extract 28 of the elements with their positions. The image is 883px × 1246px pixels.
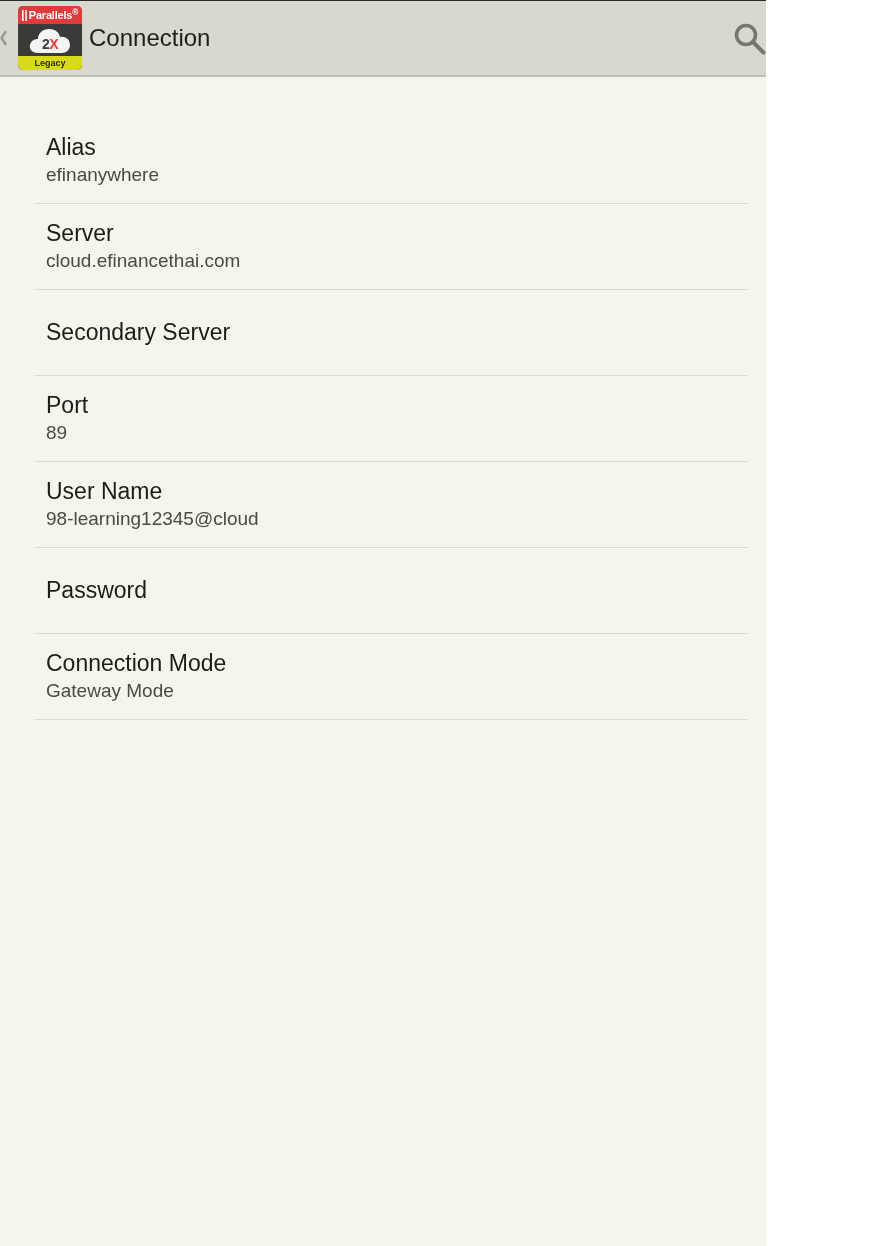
preference-value: efinanywhere [46,163,160,187]
preference-value: 98-learning12345@cloud [46,507,259,531]
preference-title: Server [46,220,114,247]
preference-value: 89 [46,421,68,445]
preference-title: Port [46,392,89,419]
preference-value: cloud.efinancethai.com [46,249,241,273]
preference-title: User Name [46,478,163,505]
preference-title: Alias [46,134,96,161]
preference-value: Gateway Mode [46,679,174,703]
preference-row[interactable]: Alias efinanywhere [35,118,748,204]
preference-row[interactable]: Server cloud.efinancethai.com [35,204,748,290]
logo-mark-text: 2X [41,36,59,51]
logo-brand-text: Parallels$^{®}$ [28,9,79,21]
preference-title: Connection Mode [46,650,227,677]
preference-row[interactable]: Connection Mode Gateway Mode [35,634,748,720]
double-bar-icon [21,9,27,21]
search-icon [732,21,766,55]
preference-row[interactable]: Port 89 [35,376,748,462]
preference-title: Password [46,577,147,604]
preference-row[interactable]: User Name 98-learning12345@cloud [35,462,748,548]
cloud-icon [29,26,71,54]
preference-title: Secondary Server [46,319,231,346]
preference-row[interactable]: Secondary Server [35,290,748,376]
screen-title: Connection [89,24,211,52]
search-button[interactable] [732,21,766,55]
preference-row[interactable]: Password [35,548,748,634]
chevron-left-icon[interactable] [0,30,7,46]
logo-edition-text: Legacy [34,58,66,68]
